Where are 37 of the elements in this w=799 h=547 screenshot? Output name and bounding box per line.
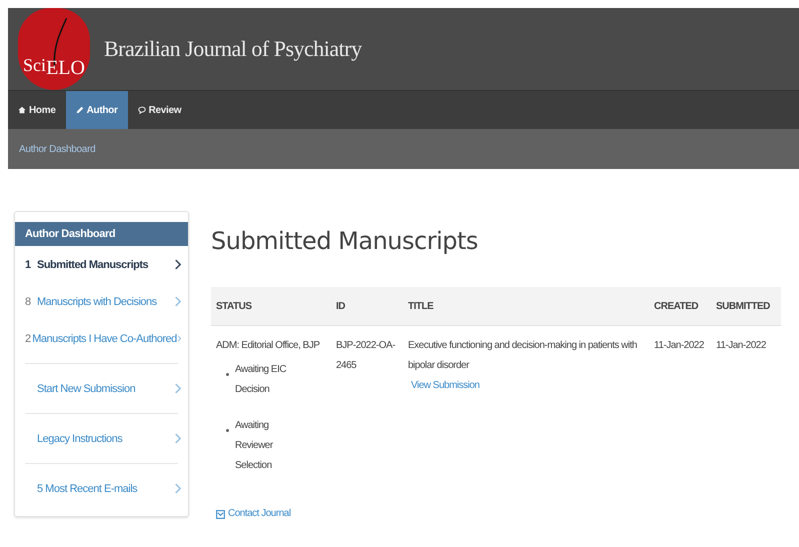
journal-title: Brazilian Journal of Psychiatry xyxy=(104,36,362,62)
column-header: STATUS xyxy=(216,300,252,312)
home-icon xyxy=(18,106,26,114)
nav-tab[interactable]: Review xyxy=(128,91,192,129)
table-cell: 11-Jan-2022 xyxy=(716,340,766,351)
sidebar-item[interactable]: 8 Manuscripts with Decisions xyxy=(15,283,188,320)
breadcrumb-link[interactable]: Author Dashboard xyxy=(19,144,96,154)
page-heading: Submitted Manuscripts xyxy=(211,227,479,255)
pencil-icon xyxy=(76,106,84,114)
contact-journal-link[interactable]: Contact Journal xyxy=(216,504,291,524)
status-item: Awaiting Reviewer Selection xyxy=(235,419,274,473)
column-header: CREATED xyxy=(654,300,698,312)
table-cell-text: ADM: Editorial Office, BJP xyxy=(216,339,321,353)
view-submission-link[interactable]: View Submission xyxy=(411,380,480,391)
status-item: Awaiting EIC Decision xyxy=(235,363,288,397)
chevron-icon xyxy=(174,296,181,307)
nav-tab[interactable]: Author xyxy=(66,91,128,129)
chevron-icon xyxy=(174,259,181,270)
sidebar-item[interactable]: 1 Submitted Manuscripts xyxy=(15,246,188,283)
chevron-icon xyxy=(174,433,181,444)
sidebar-item[interactable]: 2 Manuscripts I Have Co-Authored xyxy=(15,320,188,357)
column-header: TITLE xyxy=(408,300,434,312)
nav-tab[interactable]: Home xyxy=(8,91,66,129)
table-cell-text: BJP-2022-OA-2465 xyxy=(336,339,396,373)
checkbox-mail-icon xyxy=(216,510,225,518)
speech-bubble-icon xyxy=(138,106,146,114)
column-header: SUBMITTED xyxy=(716,300,770,312)
sidebar-item[interactable]: Start New Submission xyxy=(15,370,188,407)
chevron-icon xyxy=(174,483,181,494)
sidebar-item[interactable]: 5 Most Recent E-mails xyxy=(15,470,188,507)
chevron-icon xyxy=(174,383,181,394)
sidebar-title: Author Dashboard xyxy=(15,222,188,246)
table-cell: 11-Jan-2022 xyxy=(654,340,704,351)
column-header: ID xyxy=(336,300,345,312)
sidebar-item[interactable]: Legacy Instructions xyxy=(15,420,188,457)
chevron-icon xyxy=(176,333,181,344)
table-cell-text: Executive functioning and decision-making in patients with bipolar disorder xyxy=(408,339,638,373)
